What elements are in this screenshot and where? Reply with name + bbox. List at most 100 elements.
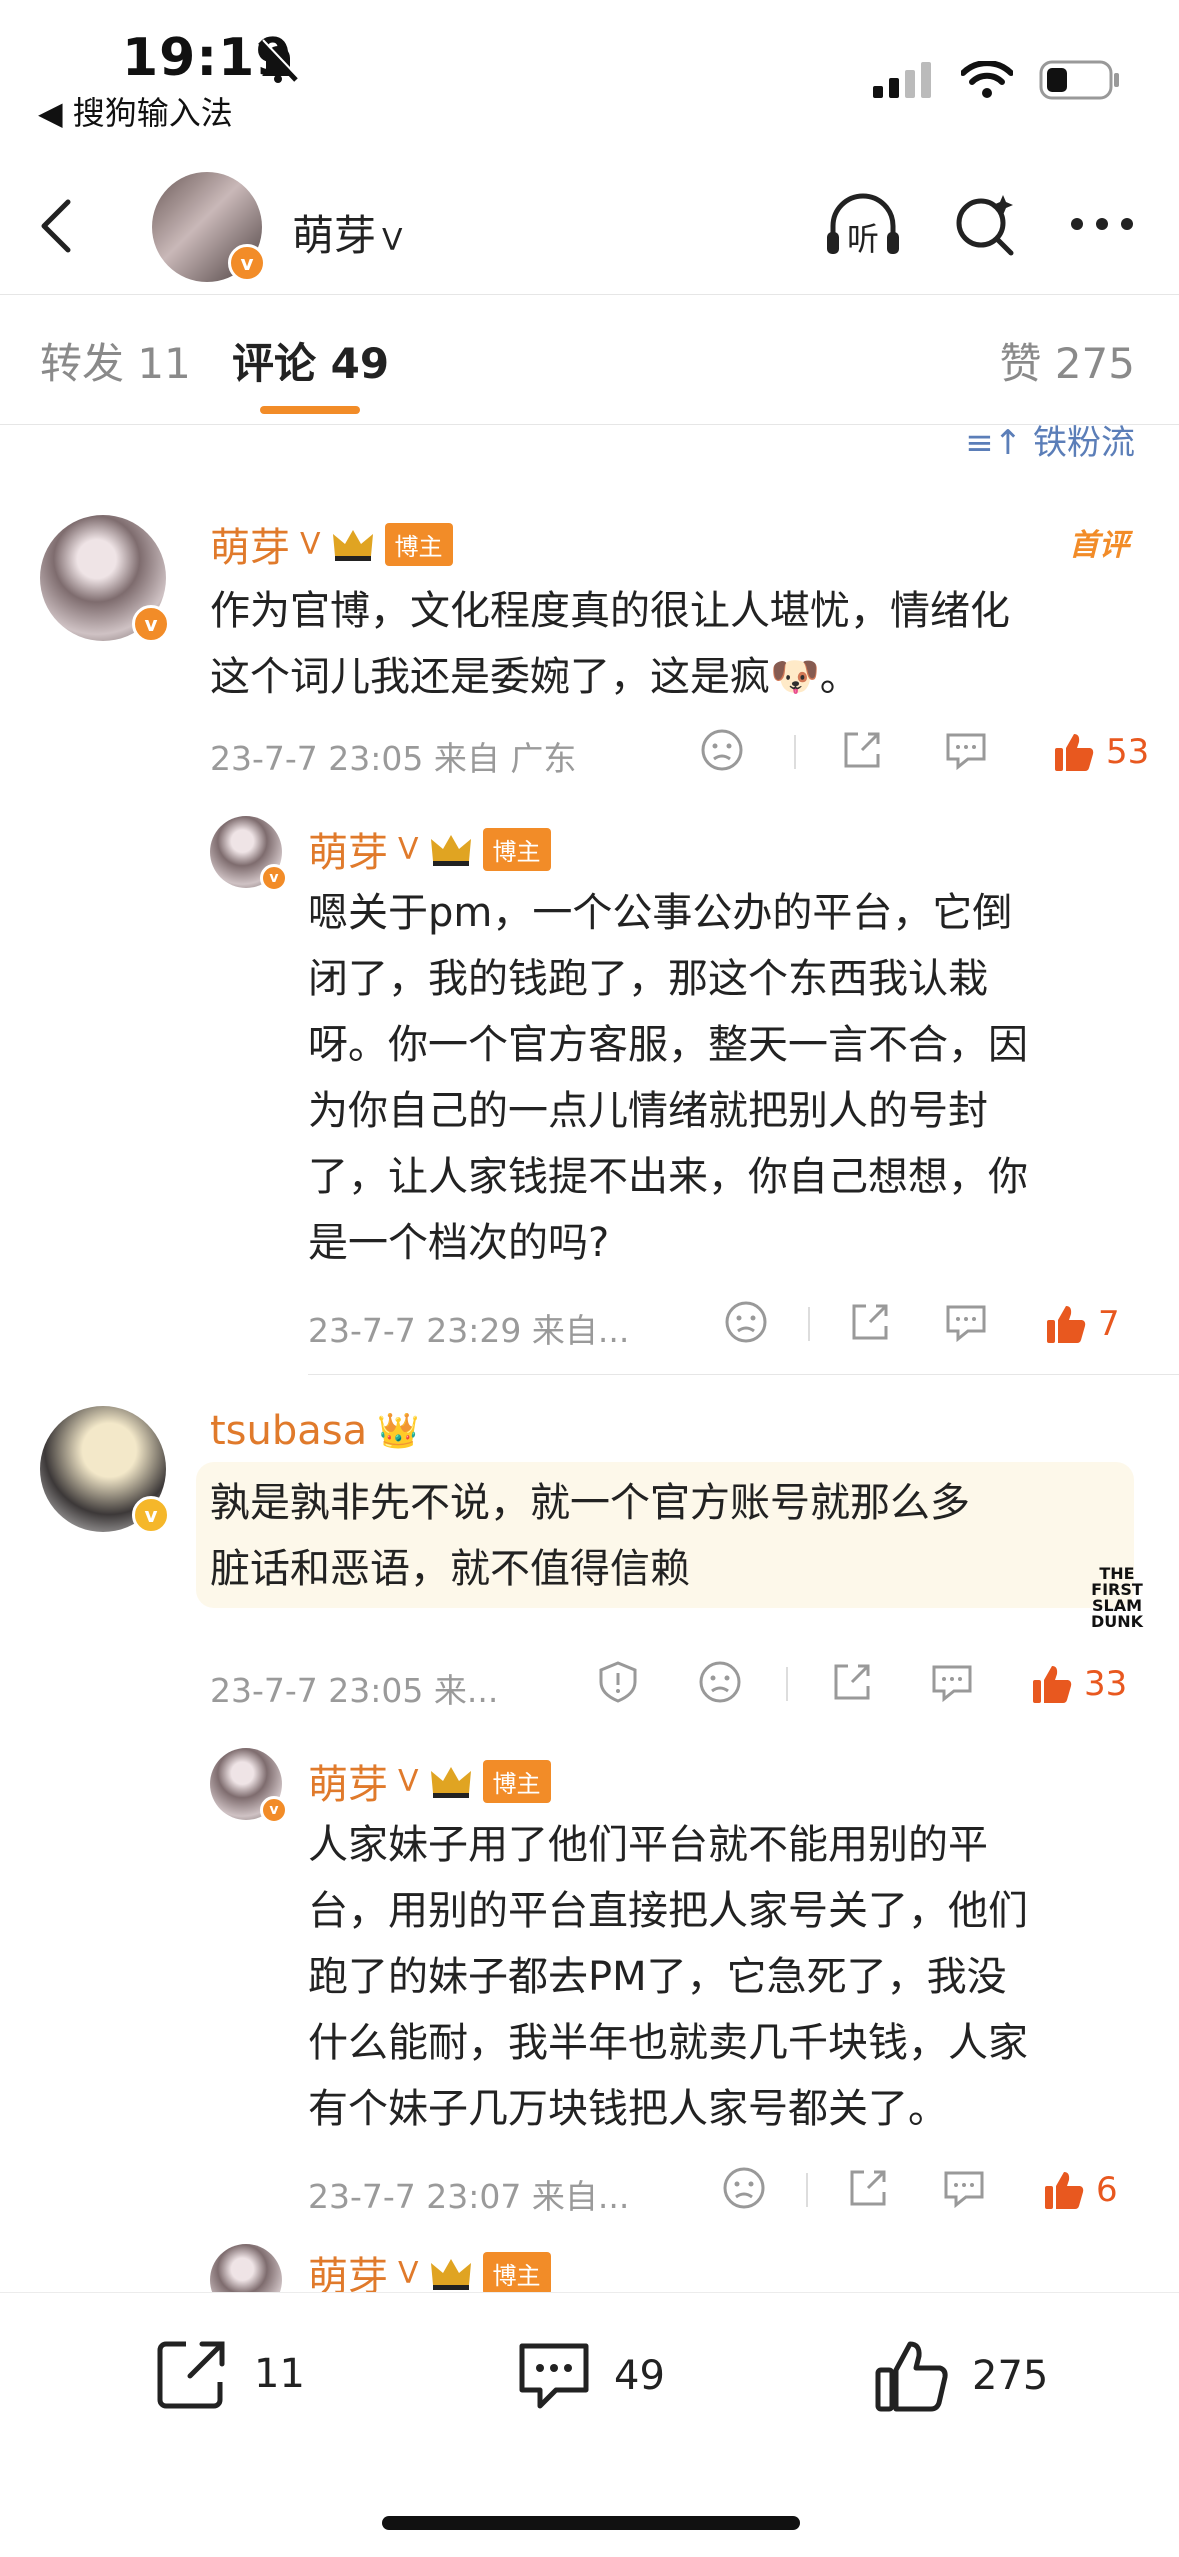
author-avatar[interactable]: v [152,172,266,282]
like-count: 6 [1096,2170,1118,2210]
share-icon[interactable] [846,2166,890,2214]
crown-icon [429,2255,473,2291]
crown-icon [331,526,375,562]
v-level-icon: ᐯ [398,831,419,867]
like-button[interactable]: 53 [1052,730,1149,774]
reply-text: 嗯关于pm，一个公事公办的平台，它倒 闭了，我的钱跑了，那这个东西我认栽 呀。你… [308,880,1148,1276]
listen-button[interactable]: 听 [823,190,903,262]
first-comment-badge: 首评 [1069,528,1129,563]
reply-meta: 23-7-7 23:29 来自... [308,1311,630,1350]
action-divider [808,1307,810,1341]
back-to-app-link[interactable]: ◀ 搜狗输入法 [38,88,233,134]
reply-icon[interactable] [930,1661,974,1707]
comment-line: 脏话和恶语，就不值得信赖 [210,1546,690,1592]
comment-count: 49 [614,2353,665,2399]
slam-dunk-watermark: THE FIRST SLAM DUNK [1090,1564,1144,1631]
like-button[interactable]: 33 [1030,1662,1127,1706]
comment-line: 是一个档次的吗? [308,1220,610,1266]
tab-likes[interactable]: 赞 275 [999,330,1135,391]
comment-line: 孰是孰非先不说，就一个官方账号就那么多 [210,1480,970,1526]
action-divider [794,735,796,769]
author-name[interactable]: 萌芽 ᐯ [292,202,403,263]
action-divider [786,1667,788,1701]
like-button[interactable]: 7 [1044,1302,1120,1346]
reply-meta: 23-7-7 23:07 来自... [308,2177,630,2216]
listen-label: 听 [847,220,880,258]
share-icon[interactable] [840,728,884,776]
comment-line: 有个妹子几万块钱把人家号都关了。 [308,2086,948,2132]
reply-actions: 7 [724,1300,1120,1348]
comment-text: 孰是孰非先不说，就一个官方账号就那么多 脏话和恶语，就不值得信赖 [210,1470,1110,1602]
repost-button[interactable]: 11 [156,2338,305,2410]
share-icon[interactable] [848,1300,892,1348]
comment-line: 人家妹子用了他们平台就不能用别的平 [308,1822,988,1868]
mute-bell-icon [252,38,304,88]
reply-text: 人家妹子用了他们平台就不能用别的平 台，用别的平台直接把人家号关了，他们 跑了的… [308,1812,1148,2142]
comment-line: 什么能耐，我半年也就卖几千块钱，人家 [308,2020,1028,2066]
like-count: 53 [1106,732,1150,772]
verified-badge-icon: v [132,605,170,643]
author-tag: 博主 [384,522,453,566]
author-tag: 博主 [482,1759,551,1803]
comment-username[interactable]: 萌芽 [210,515,290,573]
comment-meta: 23-7-7 23:05 来自 广东 [210,739,577,778]
crown-icon [429,1763,473,1799]
reply-header: 萌芽 ᐯ 博主 [308,820,551,878]
v-level-icon: ᐯ [398,1763,419,1799]
reply-icon[interactable] [942,2167,986,2213]
reply-avatar[interactable]: v [210,816,288,892]
comment-text: 作为官博，文化程度真的很让人堪忧，情绪化 这个词儿我还是委婉了，这是疯🐶。 [210,578,1150,710]
reply-icon[interactable] [944,729,988,775]
comment-meta: 23-7-7 23:05 来... [210,1671,499,1710]
reply-actions: 6 [722,2166,1118,2214]
like-button[interactable]: 6 [1042,2168,1118,2212]
comment-actions: 53 [700,728,1149,776]
sort-toggle[interactable]: ≡↑ 铁粉流 [965,415,1135,464]
reply-icon[interactable] [944,1301,988,1347]
reply-username[interactable]: 萌芽 [308,820,388,878]
comment-line: 为你自己的一点儿情绪就把别人的号封 [308,1088,988,1134]
comment-line: 闭了，我的钱跑了，那这个东西我认栽 [308,956,988,1002]
tab-repost[interactable]: 转发 11 [40,330,191,391]
comment-line: 跑了的妹子都去PM了，它急死了，我没 [308,1954,1007,2000]
v-level-icon: ᐯ [300,526,321,562]
v-level-icon: ᐯ [398,2255,419,2291]
share-icon[interactable] [830,1660,874,1708]
tab-comments[interactable]: 评论 49 [232,330,389,391]
repost-count: 11 [254,2351,305,2397]
like-post-button[interactable]: 275 [874,2338,1048,2414]
author-tag: 博主 [482,2251,551,2295]
crown-icon: 👑 [377,1411,420,1451]
search-icon[interactable] [953,191,1019,261]
v-level-icon: ᐯ [382,223,403,258]
comment-line: 作为官博，文化程度真的很让人堪忧，情绪化 [210,588,1010,634]
comment-avatar[interactable]: v [40,1406,170,1534]
dislike-face-icon[interactable] [698,1660,742,1708]
repost-icon [157,2341,225,2409]
comment-avatar[interactable]: v [40,515,170,643]
thumbs-up-icon [875,2341,948,2412]
like-count: 33 [1084,1664,1128,1704]
nav-divider [0,294,1179,295]
author-name-text: 萌芽 [292,211,377,260]
dislike-face-icon[interactable] [724,1300,768,1348]
dislike-face-icon[interactable] [722,2166,766,2214]
like-count: 275 [972,2353,1049,2399]
comment-line: 台，用别的平台直接把人家号关了，他们 [308,1888,1028,1934]
report-icon[interactable] [596,1660,640,1708]
comment-button[interactable]: 49 [516,2338,665,2414]
author-tag: 博主 [482,827,551,871]
comment-username[interactable]: tsubasa [210,1408,367,1454]
action-divider [806,2173,808,2207]
reply-username[interactable]: 萌芽 [308,1752,388,1810]
comment-icon [519,2343,589,2409]
reply-avatar[interactable]: v [210,1748,288,1824]
comment-line: 了，让人家钱提不出来，你自己想想，你 [308,1154,1028,1200]
dislike-face-icon[interactable] [700,728,744,776]
reply-header: 萌芽 ᐯ 博主 [308,1752,551,1810]
more-options-icon[interactable] [1069,214,1135,238]
back-arrow-icon[interactable] [30,196,90,256]
tab-active-indicator [260,406,360,414]
verified-badge-icon: v [228,244,266,282]
home-indicator[interactable] [382,2516,800,2530]
